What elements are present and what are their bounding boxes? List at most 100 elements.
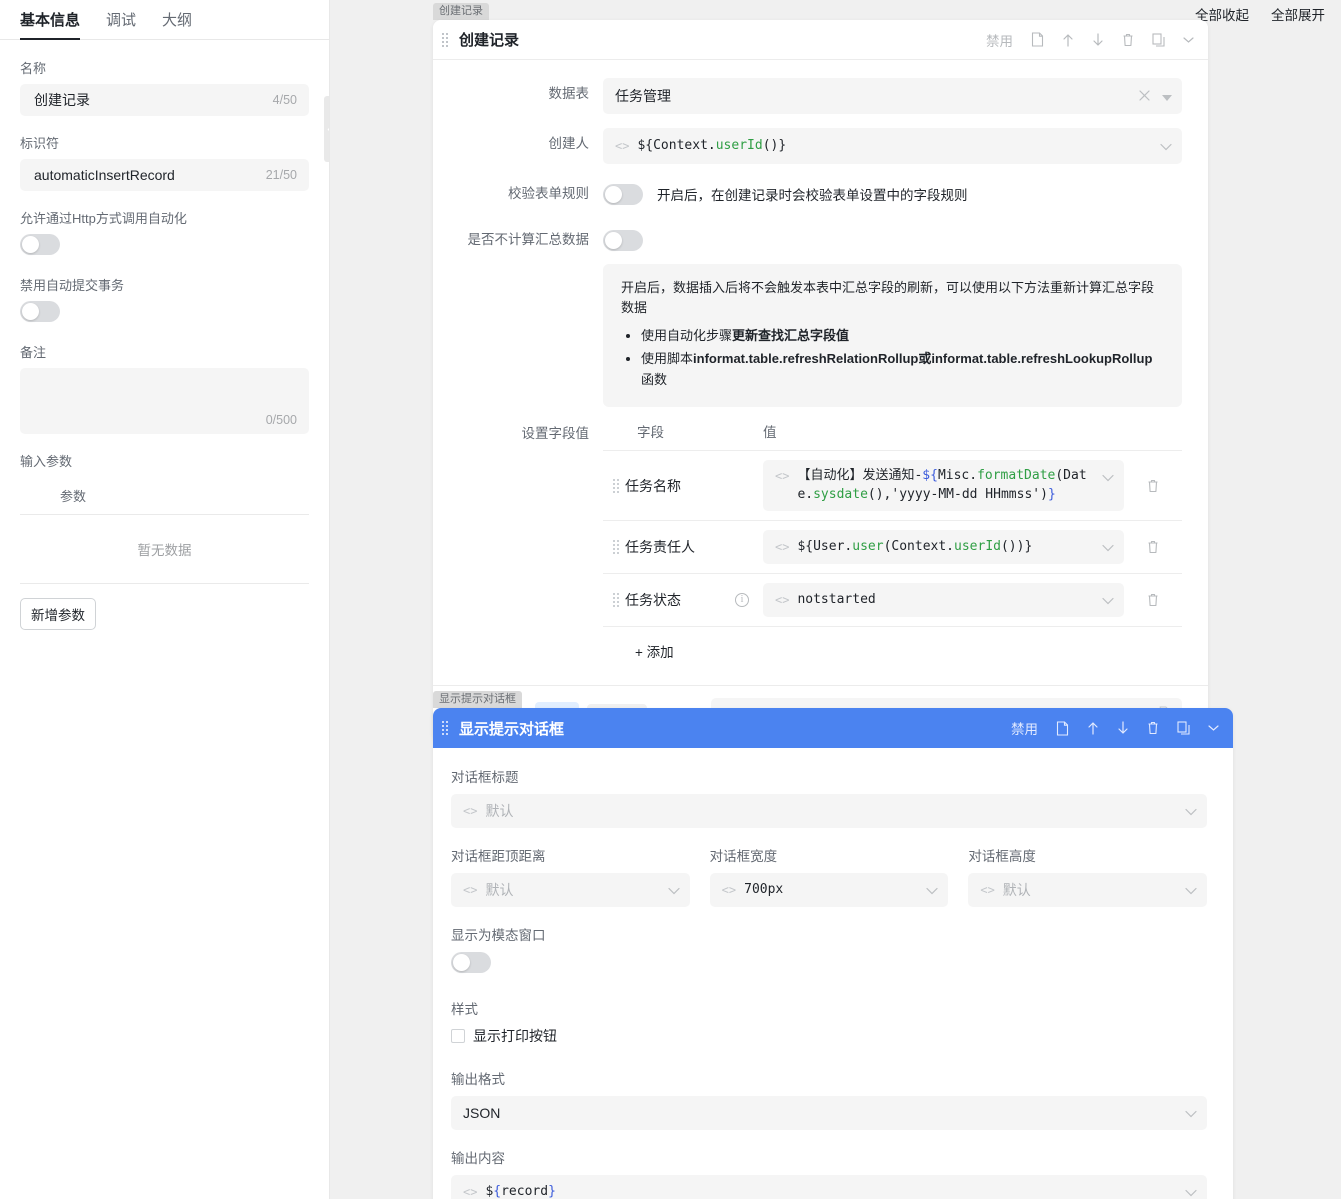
skip-rollup-toggle[interactable] xyxy=(603,230,643,251)
modal-toggle[interactable] xyxy=(451,952,491,973)
creator-label: 创建人 xyxy=(433,128,603,160)
chevron-down-icon[interactable] xyxy=(1185,803,1197,819)
note-icon[interactable] xyxy=(1056,721,1069,736)
creator-select[interactable]: <> ${Context.userId()} xyxy=(603,128,1182,164)
name-input[interactable]: 创建记录 4/50 xyxy=(20,84,309,116)
dialog-width-select[interactable]: <> 700px xyxy=(710,873,949,907)
row-value-input[interactable]: <> notstarted xyxy=(763,583,1124,617)
row-delete-icon[interactable] xyxy=(1124,479,1182,493)
row-delete-icon[interactable] xyxy=(1124,593,1182,607)
add-param-button[interactable]: 新增参数 xyxy=(20,598,96,630)
identifier-input-value: automaticInsertRecord xyxy=(34,167,175,183)
table-row: 任务状态 i <> notstarted xyxy=(603,574,1182,627)
chevron-down-icon[interactable] xyxy=(1185,1184,1197,1199)
identifier-input[interactable]: automaticInsertRecord 21/50 xyxy=(20,159,309,191)
chevron-down-icon[interactable] xyxy=(1102,469,1114,485)
row-value-input[interactable]: <> 【自动化】发送通知-${Misc.formatDate(Date.sysd… xyxy=(763,460,1124,512)
move-down-icon[interactable] xyxy=(1092,33,1104,47)
chevron-down-icon[interactable] xyxy=(926,882,938,898)
add-field-row-button[interactable]: + 添加 xyxy=(603,627,1182,665)
chevron-down-icon[interactable] xyxy=(1160,138,1172,154)
validate-form-toggle[interactable] xyxy=(603,184,643,205)
move-up-icon[interactable] xyxy=(1062,33,1074,47)
auto-commit-toggle[interactable] xyxy=(20,301,60,322)
modal-toggle-label: 显示为模态窗口 xyxy=(451,924,1207,944)
delete-icon[interactable] xyxy=(1147,721,1159,735)
row-value-input[interactable]: <> ${User.user(Context.userId())} xyxy=(763,530,1124,564)
tab-basic-info[interactable]: 基本信息 xyxy=(20,9,80,39)
drag-handle-icon[interactable] xyxy=(441,33,453,47)
expression-icon: <> xyxy=(615,139,629,153)
disable-button[interactable]: 禁用 xyxy=(1011,718,1038,738)
row-delete-icon[interactable] xyxy=(1124,540,1182,554)
collapse-chevron-icon[interactable] xyxy=(1183,36,1194,44)
dialog-height-label: 对话框高度 xyxy=(968,845,1207,865)
chevron-down-icon[interactable] xyxy=(1185,882,1197,898)
copy-icon[interactable] xyxy=(1152,33,1165,47)
sidebar-form: 名称 创建记录 4/50 标识符 automaticInsertRecord 2… xyxy=(0,40,329,630)
tab-debug[interactable]: 调试 xyxy=(106,9,136,39)
rollup-info-box: 开启后，数据插入后将不会触发本表中汇总字段的刷新，可以使用以下方法重新计算汇总字… xyxy=(603,264,1182,407)
table-row: 任务责任人 <> ${User.user(Context.userId())} xyxy=(603,521,1182,574)
node-body-create-record: 数据表 任务管理 xyxy=(433,60,1208,685)
print-button-checkbox[interactable] xyxy=(451,1029,465,1043)
drag-handle-icon[interactable] xyxy=(441,721,453,735)
disable-button[interactable]: 禁用 xyxy=(986,30,1013,50)
output-content-label: 输出内容 xyxy=(451,1147,1207,1167)
output-format-value: JSON xyxy=(463,1105,500,1121)
top-distance-select[interactable]: <> 默认 xyxy=(451,873,690,907)
dialog-width-label: 对话框宽度 xyxy=(710,845,949,865)
remark-label: 备注 xyxy=(20,342,309,361)
node-header-create-record: 创建记录 禁用 xyxy=(433,20,1208,60)
collapse-chevron-icon[interactable] xyxy=(1208,724,1219,732)
rollup-info-item: 使用脚本informat.table.refreshRelationRollup… xyxy=(641,349,1164,389)
print-button-checkbox-row[interactable]: 显示打印按钮 xyxy=(451,1026,1207,1046)
data-table-value: 任务管理 xyxy=(615,86,671,106)
info-icon[interactable]: i xyxy=(735,593,749,607)
row-drag-handle-icon[interactable] xyxy=(603,479,625,493)
chevron-down-icon[interactable] xyxy=(1102,592,1114,608)
expression-icon: <> xyxy=(980,883,994,897)
move-up-icon[interactable] xyxy=(1087,721,1099,735)
copy-icon[interactable] xyxy=(1177,721,1190,735)
expression-icon: <> xyxy=(722,883,736,897)
note-icon[interactable] xyxy=(1031,32,1044,47)
delete-icon[interactable] xyxy=(1122,33,1134,47)
top-distance-group: 对话框距顶距离 <> 默认 xyxy=(451,845,690,907)
app-root: 基本信息 调试 大纲 名称 创建记录 4/50 标识符 automaticIns… xyxy=(0,0,1341,1199)
http-toggle[interactable] xyxy=(20,234,60,255)
top-distance-label: 对话框距顶距离 xyxy=(451,845,690,865)
node-header-show-dialog: 显示提示对话框 禁用 xyxy=(433,708,1233,748)
output-content-select[interactable]: <> ${record} xyxy=(451,1175,1207,1199)
move-down-icon[interactable] xyxy=(1117,721,1129,735)
row-drag-handle-icon[interactable] xyxy=(603,540,625,554)
row-value-text: ${User.user(Context.userId())} xyxy=(797,538,1032,557)
row-drag-handle-icon[interactable] xyxy=(603,593,625,607)
skip-rollup-label: 是否不计算汇总数据 xyxy=(433,224,603,256)
tab-outline[interactable]: 大纲 xyxy=(162,9,192,39)
dropdown-caret-icon[interactable] xyxy=(1162,88,1172,104)
param-column-header: 参数 xyxy=(20,477,309,515)
row-rollup-info: 开启后，数据插入后将不会触发本表中汇总字段的刷新，可以使用以下方法重新计算汇总字… xyxy=(433,264,1208,407)
table-row: 任务名称 <> 【自动化】发送通知-${Misc.formatDate(Date… xyxy=(603,451,1182,522)
dialog-width-group: 对话框宽度 <> 700px xyxy=(710,845,949,907)
dialog-width-value: 700px xyxy=(744,881,783,900)
clear-icon[interactable] xyxy=(1139,88,1150,104)
dialog-dimensions-row: 对话框距顶距离 <> 默认 对话框宽度 <> 7 xyxy=(451,845,1207,907)
top-distance-value: 默认 xyxy=(485,880,513,900)
chevron-down-icon[interactable] xyxy=(1185,1105,1197,1121)
node-toolbar-show-dialog: 禁用 xyxy=(1011,718,1219,738)
remark-textarea[interactable]: 0/500 xyxy=(20,368,309,434)
output-format-select[interactable]: JSON xyxy=(451,1096,1207,1130)
chevron-down-icon[interactable] xyxy=(668,882,680,898)
node-title-create-record: 创建记录 xyxy=(459,29,519,50)
data-table-select[interactable]: 任务管理 xyxy=(603,78,1182,114)
expression-icon: <> xyxy=(775,540,789,554)
dialog-height-select[interactable]: <> 默认 xyxy=(968,873,1207,907)
chevron-down-icon[interactable] xyxy=(1102,539,1114,555)
assignee-badge[interactable] xyxy=(1231,726,1233,746)
expression-icon: <> xyxy=(775,469,789,483)
row-value-text: 【自动化】发送通知-${Misc.formatDate(Date.sysdate… xyxy=(797,467,1102,505)
expand-all-button[interactable]: 全部展开 xyxy=(1271,4,1325,24)
dialog-title-select[interactable]: <> 默认 xyxy=(451,794,1207,828)
